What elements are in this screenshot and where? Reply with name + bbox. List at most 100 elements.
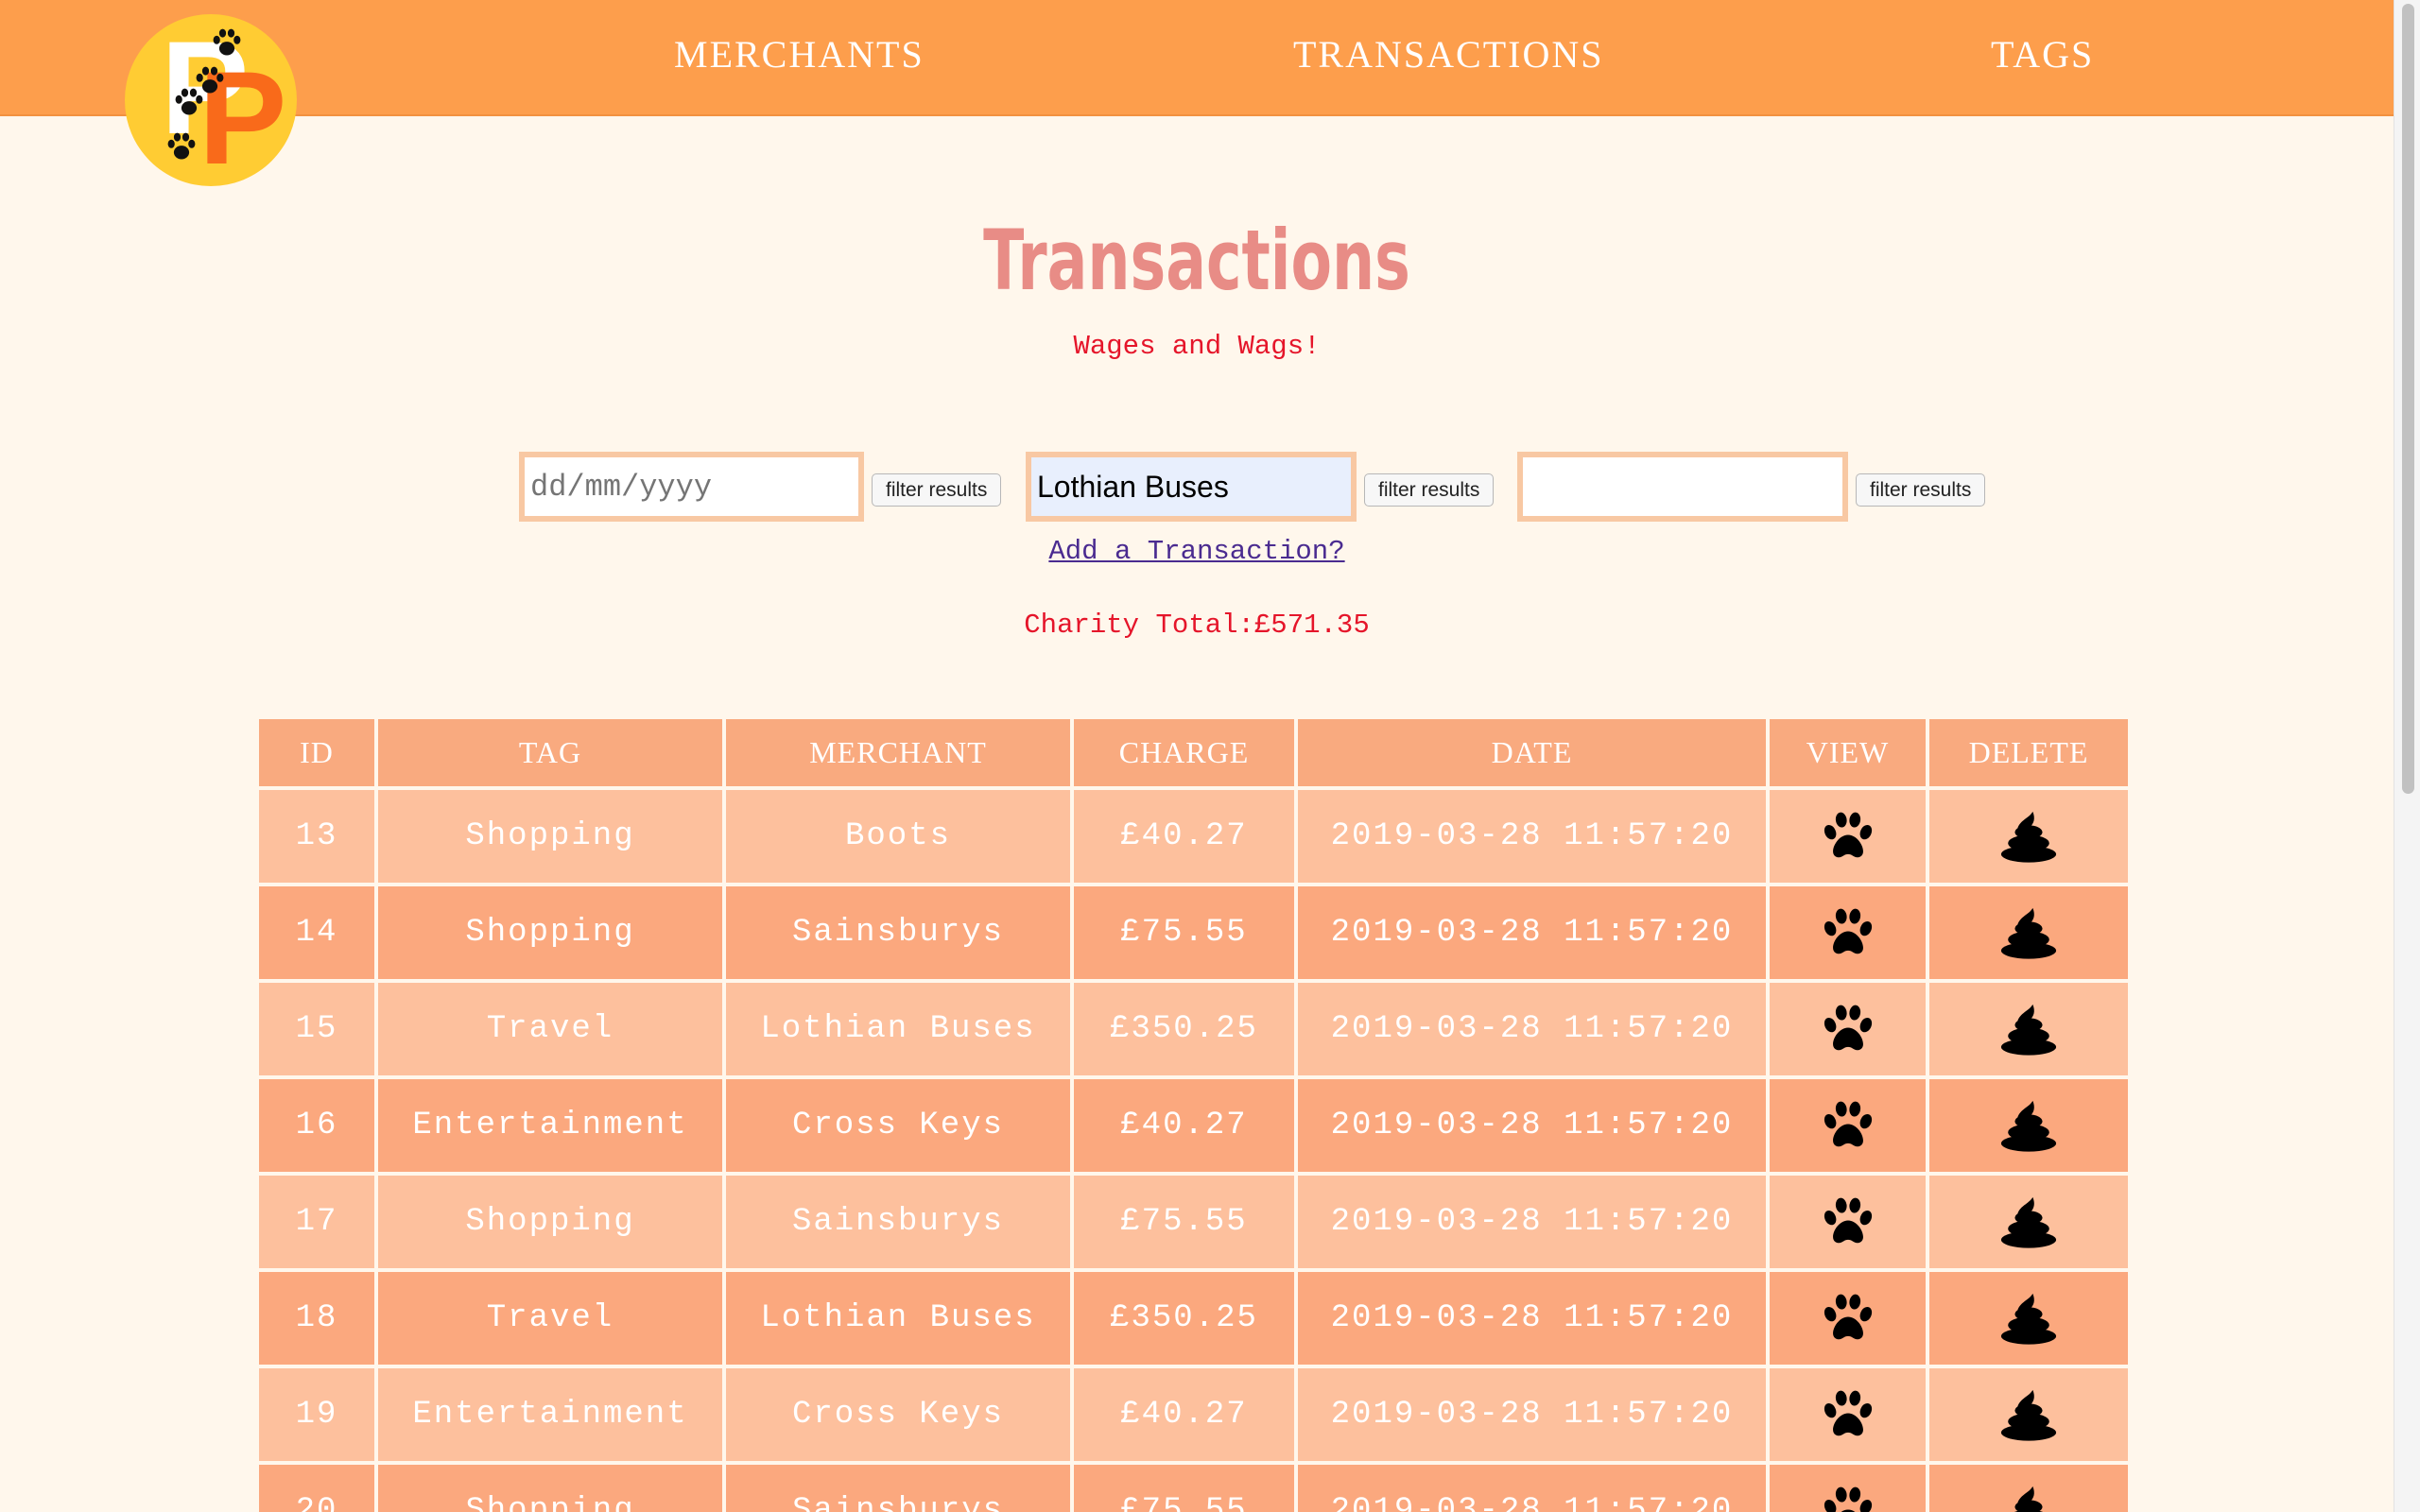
filter-merchant-button[interactable]: filter results (1364, 473, 1495, 507)
cell-merchant: Lothian Buses (726, 983, 1070, 1075)
poop-icon[interactable] (1998, 1290, 2059, 1347)
poop-icon[interactable] (1998, 1194, 2059, 1250)
col-tag-header: TAG (378, 719, 722, 786)
cell-merchant: Lothian Buses (726, 1272, 1070, 1365)
col-id-header: ID (259, 719, 374, 786)
merchant-filter-input[interactable] (1026, 452, 1357, 522)
cell-tag: Shopping (378, 1176, 722, 1268)
cell-merchant: Sainsburys (726, 1465, 1070, 1512)
cell-date: 2019-03-28 11:57:20 (1298, 1465, 1766, 1512)
cell-merchant: Sainsburys (726, 886, 1070, 979)
charity-total-value: £571.35 (1253, 610, 1370, 641)
cell-view (1770, 790, 1926, 883)
cell-id: 13 (259, 790, 374, 883)
charity-total: Charity Total:£571.35 (0, 610, 2394, 641)
table-row: 14 Shopping Sainsburys £75.55 2019-03-28… (259, 886, 2128, 979)
scrollbar-thumb[interactable] (2402, 4, 2414, 794)
col-merchant-header: MERCHANT (726, 719, 1070, 786)
cell-view (1770, 1272, 1926, 1365)
col-date-header: DATE (1298, 719, 1766, 786)
table-header-row: ID TAG MERCHANT CHARGE DATE VIEW DELETE (259, 719, 2128, 786)
col-view-header: VIEW (1770, 719, 1926, 786)
cell-delete (1929, 790, 2128, 883)
table-body: 13 Shopping Boots £40.27 2019-03-28 11:5… (259, 790, 2128, 1512)
table-row: 15 Travel Lothian Buses £350.25 2019-03-… (259, 983, 2128, 1075)
paw-icon[interactable] (1821, 1194, 1876, 1249)
logo-paw-icon (167, 132, 196, 160)
app-root: MERCHANTS TRANSACTIONS TAGS P P Transact… (0, 0, 2420, 1512)
add-transaction-link[interactable]: Add a Transaction? (0, 536, 2394, 567)
cell-date: 2019-03-28 11:57:20 (1298, 1368, 1766, 1461)
poop-icon[interactable] (1998, 1483, 2059, 1512)
top-nav-bar: MERCHANTS TRANSACTIONS TAGS (0, 0, 2394, 116)
date-filter-input[interactable] (519, 452, 864, 522)
poop-icon[interactable] (1998, 1097, 2059, 1154)
cell-charge: £350.25 (1074, 983, 1294, 1075)
filter-tag-button[interactable]: filter results (1856, 473, 1986, 507)
poop-icon[interactable] (1998, 904, 2059, 961)
logo-paw-icon (213, 28, 241, 56)
cell-charge: £40.27 (1074, 1079, 1294, 1172)
cell-date: 2019-03-28 11:57:20 (1298, 886, 1766, 979)
cell-delete (1929, 886, 2128, 979)
cell-tag: Travel (378, 983, 722, 1075)
cell-view (1770, 1176, 1926, 1268)
cell-view (1770, 1368, 1926, 1461)
poop-icon[interactable] (1998, 1001, 2059, 1057)
site-logo[interactable]: P P (125, 14, 297, 186)
poop-icon[interactable] (1998, 1386, 2059, 1443)
paw-icon[interactable] (1821, 1291, 1876, 1346)
cell-id: 20 (259, 1465, 374, 1512)
cell-merchant: Cross Keys (726, 1368, 1070, 1461)
cell-merchant: Cross Keys (726, 1079, 1070, 1172)
table-row: 16 Entertainment Cross Keys £40.27 2019-… (259, 1079, 2128, 1172)
paw-icon[interactable] (1821, 905, 1876, 960)
cell-tag: Shopping (378, 1465, 722, 1512)
table-row: 17 Shopping Sainsburys £75.55 2019-03-28… (259, 1176, 2128, 1268)
cell-charge: £40.27 (1074, 1368, 1294, 1461)
nav-tags[interactable]: TAGS (1991, 36, 2094, 74)
cell-delete (1929, 1368, 2128, 1461)
paw-icon[interactable] (1821, 1002, 1876, 1057)
poop-icon[interactable] (1998, 808, 2059, 865)
cell-merchant: Boots (726, 790, 1070, 883)
paw-icon[interactable] (1821, 1098, 1876, 1153)
nav-merchants[interactable]: MERCHANTS (674, 36, 925, 74)
paw-icon[interactable] (1821, 809, 1876, 864)
nav-transactions[interactable]: TRANSACTIONS (1293, 36, 1603, 74)
filter-date-button[interactable]: filter results (872, 473, 1002, 507)
cell-tag: Entertainment (378, 1079, 722, 1172)
cell-charge: £75.55 (1074, 1176, 1294, 1268)
col-charge-header: CHARGE (1074, 719, 1294, 786)
page-subtitle: Wages and Wags! (1073, 331, 1321, 362)
transactions-table: ID TAG MERCHANT CHARGE DATE VIEW DELETE … (255, 715, 2132, 1512)
cell-date: 2019-03-28 11:57:20 (1298, 1272, 1766, 1365)
cell-delete (1929, 1079, 2128, 1172)
cell-charge: £40.27 (1074, 790, 1294, 883)
cell-charge: £75.55 (1074, 886, 1294, 979)
cell-view (1770, 886, 1926, 979)
logo-paw-icon (175, 88, 203, 115)
cell-delete (1929, 1176, 2128, 1268)
cell-date: 2019-03-28 11:57:20 (1298, 983, 1766, 1075)
cell-id: 19 (259, 1368, 374, 1461)
cell-date: 2019-03-28 11:57:20 (1298, 1079, 1766, 1172)
table-row: 20 Shopping Sainsburys £75.55 2019-03-28… (259, 1465, 2128, 1512)
cell-delete (1929, 983, 2128, 1075)
cell-delete (1929, 1272, 2128, 1365)
tag-filter-input[interactable] (1517, 452, 1848, 522)
cell-view (1770, 1465, 1926, 1512)
cell-id: 15 (259, 983, 374, 1075)
cell-view (1770, 983, 1926, 1075)
cell-tag: Entertainment (378, 1368, 722, 1461)
cell-delete (1929, 1465, 2128, 1512)
cell-date: 2019-03-28 11:57:20 (1298, 1176, 1766, 1268)
paw-icon[interactable] (1821, 1484, 1876, 1512)
cell-id: 18 (259, 1272, 374, 1365)
page-scrollbar[interactable] (2394, 0, 2420, 1512)
cell-id: 14 (259, 886, 374, 979)
cell-charge: £350.25 (1074, 1272, 1294, 1365)
paw-icon[interactable] (1821, 1387, 1876, 1442)
page-title: Transactions (983, 212, 1410, 309)
cell-id: 17 (259, 1176, 374, 1268)
